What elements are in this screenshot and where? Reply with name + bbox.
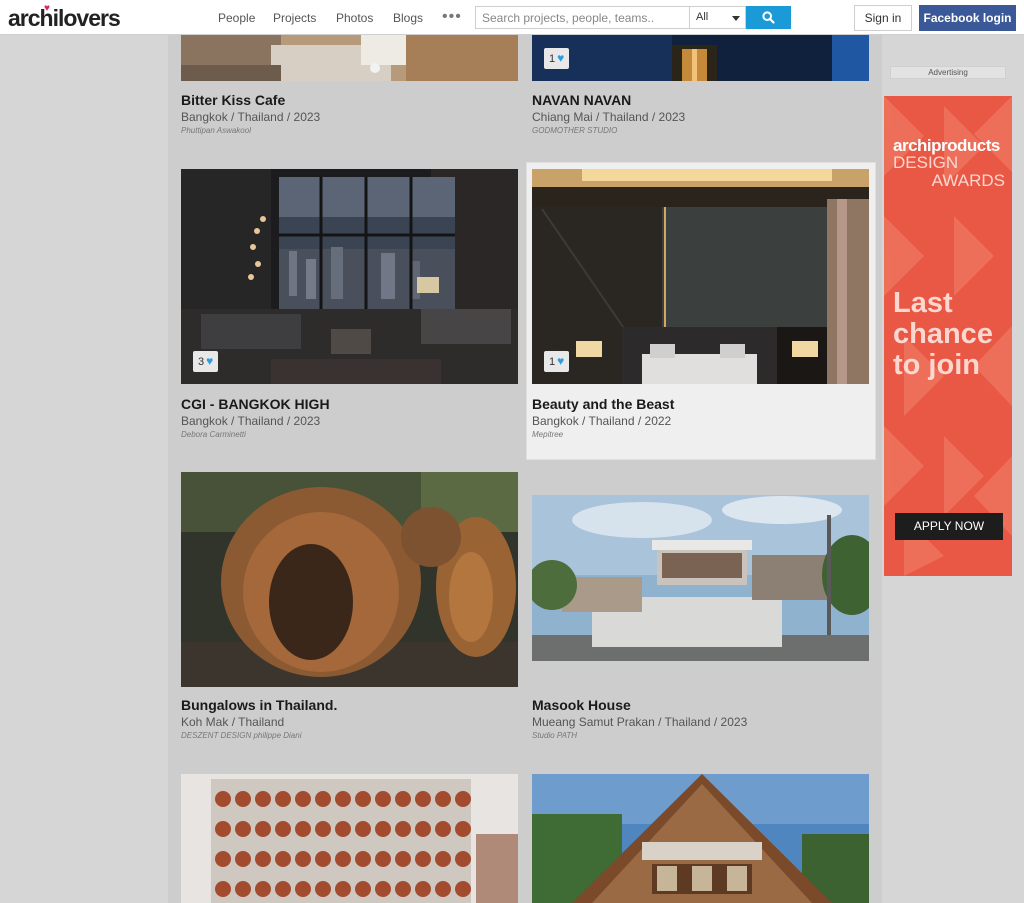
search-scope-value: All bbox=[696, 11, 709, 23]
ad-headline-line: to join bbox=[893, 349, 980, 381]
logo-text: archilovers bbox=[8, 5, 121, 31]
ad-headline-line: chance bbox=[893, 318, 993, 350]
nav-projects[interactable]: Projects bbox=[273, 11, 316, 25]
project-image[interactable]: 1 ♥ bbox=[532, 35, 869, 81]
advertising-label: Advertising bbox=[890, 66, 1006, 79]
archiproducts-ad-banner[interactable]: archiproducts DESIGN AWARDS Last chance … bbox=[884, 96, 1012, 576]
archilovers-logo[interactable]: ♥ archilovers bbox=[8, 3, 121, 32]
nav-photos[interactable]: Photos bbox=[336, 11, 373, 25]
project-image[interactable]: 1 ♥ bbox=[532, 169, 869, 384]
ad-design-awards: DESIGN AWARDS bbox=[893, 154, 1005, 190]
search-scope-select[interactable]: All bbox=[690, 6, 746, 29]
project-image[interactable] bbox=[181, 774, 518, 903]
project-image[interactable] bbox=[532, 774, 869, 903]
project-card[interactable]: Bungalows in Thailand. Koh Mak / Thailan… bbox=[181, 472, 518, 747]
heart-icon: ♥ bbox=[557, 354, 565, 368]
nav-blogs[interactable]: Blogs bbox=[393, 11, 423, 25]
project-location: Chiang Mai / Thailand / 2023 bbox=[532, 110, 686, 124]
project-location: Bangkok / Thailand / 2023 bbox=[181, 414, 321, 428]
apply-now-button[interactable]: APPLY NOW bbox=[895, 513, 1003, 540]
project-title[interactable]: Masook House bbox=[532, 697, 631, 713]
likes-count: 1 bbox=[549, 356, 556, 368]
facebook-login-button[interactable]: Facebook login bbox=[919, 5, 1016, 31]
project-image[interactable] bbox=[181, 35, 518, 81]
project-card[interactable]: 3 ♥ CGI - BANGKOK HIGH Bangkok / Thailand… bbox=[181, 169, 518, 444]
project-author[interactable]: Mepitree bbox=[532, 430, 563, 439]
sign-in-button[interactable]: Sign in bbox=[854, 5, 912, 31]
project-location: Bangkok / Thailand / 2023 bbox=[181, 110, 321, 124]
project-title[interactable]: CGI - BANGKOK HIGH bbox=[181, 396, 330, 412]
heart-icon: ♥ bbox=[557, 51, 565, 65]
likes-badge[interactable]: 1 ♥ bbox=[544, 351, 570, 372]
project-title[interactable]: Bitter Kiss Cafe bbox=[181, 92, 285, 108]
heart-icon: ♥ bbox=[206, 354, 214, 368]
project-card[interactable]: 1 ♥ Beauty and the Beast Bangkok / Thaila… bbox=[532, 169, 869, 444]
logo-heart-icon: ♥ bbox=[44, 3, 50, 14]
project-card[interactable] bbox=[181, 774, 518, 903]
likes-badge[interactable]: 1 ♥ bbox=[544, 48, 570, 69]
project-image[interactable] bbox=[532, 495, 869, 661]
project-location: Mueang Samut Prakan / Thailand / 2023 bbox=[532, 715, 748, 729]
project-title[interactable]: Beauty and the Beast bbox=[532, 396, 674, 412]
top-navigation-bar: ♥ archilovers People Projects Photos Blo… bbox=[0, 0, 1024, 35]
project-author[interactable]: Debora Carminetti bbox=[181, 430, 246, 439]
likes-count: 3 bbox=[198, 356, 205, 368]
search-button[interactable] bbox=[746, 6, 791, 29]
project-title[interactable]: Bungalows in Thailand. bbox=[181, 697, 337, 713]
project-location: Koh Mak / Thailand bbox=[181, 715, 285, 729]
project-card[interactable]: Masook House Mueang Samut Prakan / Thail… bbox=[532, 495, 869, 745]
more-menu-icon[interactable]: ••• bbox=[442, 8, 462, 26]
project-location: Bangkok / Thailand / 2022 bbox=[532, 414, 672, 428]
ad-line-awards: AWARDS bbox=[931, 171, 1005, 190]
search-icon bbox=[762, 11, 775, 24]
nav-people[interactable]: People bbox=[218, 11, 255, 25]
likes-badge[interactable]: 3 ♥ bbox=[193, 351, 219, 372]
project-image[interactable] bbox=[181, 472, 518, 687]
project-card[interactable]: Bitter Kiss Cafe Bangkok / Thailand / 20… bbox=[181, 35, 518, 145]
ad-line-design: DESIGN bbox=[893, 153, 959, 172]
search-input[interactable] bbox=[475, 6, 690, 29]
project-title[interactable]: NAVAN NAVAN bbox=[532, 92, 631, 108]
likes-count: 1 bbox=[549, 53, 556, 65]
project-card[interactable]: 1 ♥ NAVAN NAVAN Chiang Mai / Thailand / 2… bbox=[532, 35, 869, 145]
project-author[interactable]: GODMOTHER STUDIO bbox=[532, 126, 617, 135]
project-author[interactable]: DESZENT DESIGN philippe Diani bbox=[181, 731, 301, 740]
project-author[interactable]: Phuttipan Aswakool bbox=[181, 126, 251, 135]
project-card[interactable] bbox=[532, 774, 869, 903]
chevron-down-icon bbox=[732, 16, 740, 21]
project-author[interactable]: Studio PATH bbox=[532, 731, 577, 740]
ad-headline-line: Last bbox=[893, 287, 953, 319]
project-image[interactable]: 3 ♥ bbox=[181, 169, 518, 384]
ad-headline: Last chance to join bbox=[893, 288, 1009, 381]
